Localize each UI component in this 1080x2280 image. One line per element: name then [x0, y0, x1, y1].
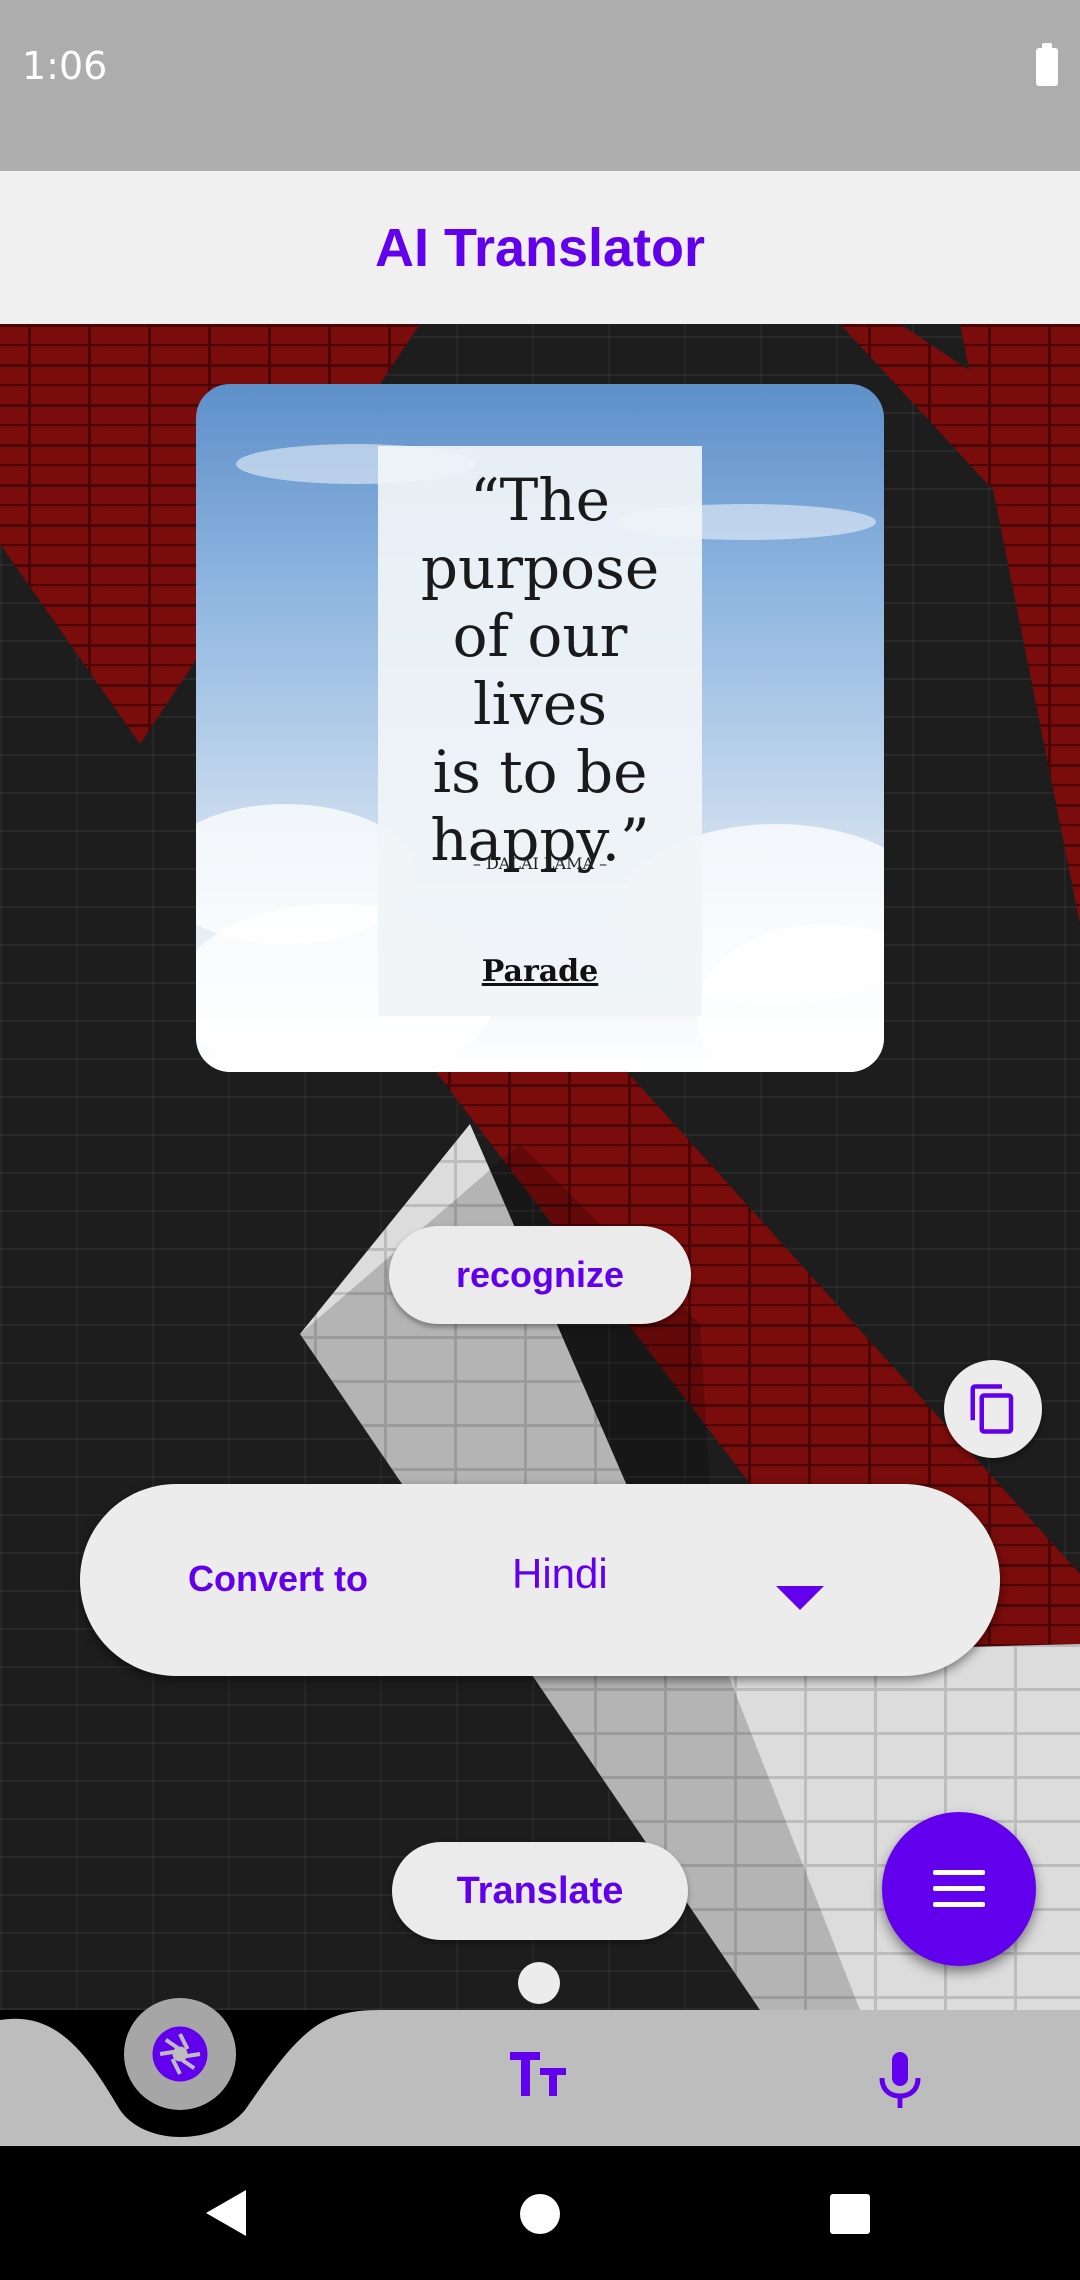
menu-fab-button[interactable]	[882, 1812, 1036, 1966]
quote-panel: “The purpose of our lives is to be happy…	[378, 446, 702, 1016]
menu-icon	[933, 1870, 985, 1907]
nav-mic-button[interactable]	[876, 2050, 924, 2115]
copy-icon	[970, 1384, 1014, 1434]
convert-label: Convert to	[188, 1558, 368, 1599]
quote-author: – DALAI LAMA –	[472, 854, 608, 873]
app-bar: AI Translator	[0, 171, 1080, 324]
recents-icon[interactable]	[830, 2194, 870, 2234]
text-size-icon	[510, 2052, 566, 2096]
recognize-button[interactable]: recognize	[389, 1226, 691, 1324]
scroll-indicator	[518, 1962, 560, 2004]
quote-brand-logo: Parade	[481, 954, 599, 989]
app-title: AI Translator	[374, 218, 706, 278]
translate-button[interactable]: Translate	[392, 1842, 688, 1940]
selected-image[interactable]: “The purpose of our lives is to be happy…	[196, 384, 884, 1072]
nav-text-button[interactable]	[510, 2052, 568, 2101]
convert-card: Convert to Hindi	[80, 1484, 1000, 1676]
nav-camera-button[interactable]	[124, 1998, 236, 2110]
battery-icon	[1036, 43, 1058, 86]
dropdown-arrow-icon[interactable]	[776, 1586, 824, 1610]
language-select[interactable]: Hindi	[512, 1550, 608, 1598]
quote-text: “The purpose of our lives is to be happy…	[420, 466, 660, 874]
status-time: 1:06	[22, 44, 108, 88]
back-icon[interactable]	[204, 2188, 248, 2238]
camera-shutter-icon	[152, 2026, 208, 2082]
system-navigation-bar	[0, 2146, 1080, 2280]
copy-button[interactable]	[944, 1360, 1042, 1458]
home-icon[interactable]	[520, 2194, 560, 2234]
bottom-navigation	[0, 1962, 1080, 2146]
microphone-icon	[879, 2052, 921, 2108]
status-bar: 1:06	[0, 0, 1080, 171]
